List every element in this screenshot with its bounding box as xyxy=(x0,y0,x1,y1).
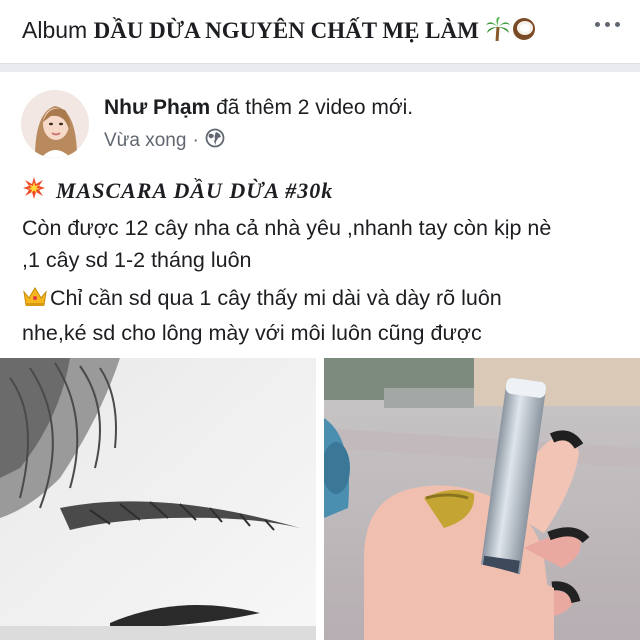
album-name[interactable]: DẦU DỪA NGUYÊN CHẤT MẸ LÀM xyxy=(94,18,479,43)
paragraph-1-line-2: ,1 cây sd 1-2 tháng luôn xyxy=(22,248,252,272)
palm-tree-icon xyxy=(485,16,511,48)
eyebrow-video-thumbnail[interactable] xyxy=(0,358,316,640)
crown-icon xyxy=(22,285,48,317)
paragraph-1-line-1: Còn được 12 cây nha cả nhà yêu ,nhanh ta… xyxy=(22,216,552,240)
author-name[interactable]: Như Phạm xyxy=(104,96,210,119)
album-header: Album DẦU DỪA NGUYÊN CHẤT MẸ LÀM xyxy=(0,0,640,64)
paragraph-2-line-1: Chỉ cần sd qua 1 cây thấy mi dài và dày … xyxy=(22,282,632,317)
collision-icon xyxy=(22,176,46,206)
album-title: Album DẦU DỪA NGUYÊN CHẤT MẸ LÀM xyxy=(22,16,537,48)
post-card: Như Phạm đã thêm 2 video mới. Vừa xong · xyxy=(0,72,640,640)
meta-separator: · xyxy=(192,130,199,151)
post-action: đã thêm 2 video mới. xyxy=(216,96,414,119)
post-title: MASCARA DẦU DỪA #30k xyxy=(22,176,333,206)
mascara-hand-video-thumbnail[interactable] xyxy=(324,358,640,640)
paragraph-2-line-2: nhe,ké sd cho lông mày với môi luôn cũng… xyxy=(22,321,482,345)
globe-icon[interactable] xyxy=(205,128,225,154)
more-options-button[interactable] xyxy=(595,22,620,27)
author-line: Như Phạm đã thêm 2 video mới. xyxy=(104,96,413,120)
post-title-text: MASCARA DẦU DỪA #30k xyxy=(56,178,334,203)
page: Album DẦU DỪA NGUYÊN CHẤT MẸ LÀM Như Phạ… xyxy=(0,0,640,640)
more-dot xyxy=(605,22,610,27)
post-paragraph-1: Còn được 12 cây nha cả nhà yêu ,nhanh ta… xyxy=(22,212,632,276)
paragraph-2-line-1-text: Chỉ cần sd qua 1 cây thấy mi dài và dày … xyxy=(50,286,502,310)
post-paragraph-2: Chỉ cần sd qua 1 cây thấy mi dài và dày … xyxy=(22,282,632,349)
album-prefix: Album xyxy=(22,16,88,43)
avatar[interactable] xyxy=(21,90,89,158)
post-meta: Vừa xong · xyxy=(104,128,225,154)
more-dot xyxy=(595,22,600,27)
more-dot xyxy=(615,22,620,27)
post-time[interactable]: Vừa xong xyxy=(104,130,186,152)
coconut-icon xyxy=(511,16,537,48)
